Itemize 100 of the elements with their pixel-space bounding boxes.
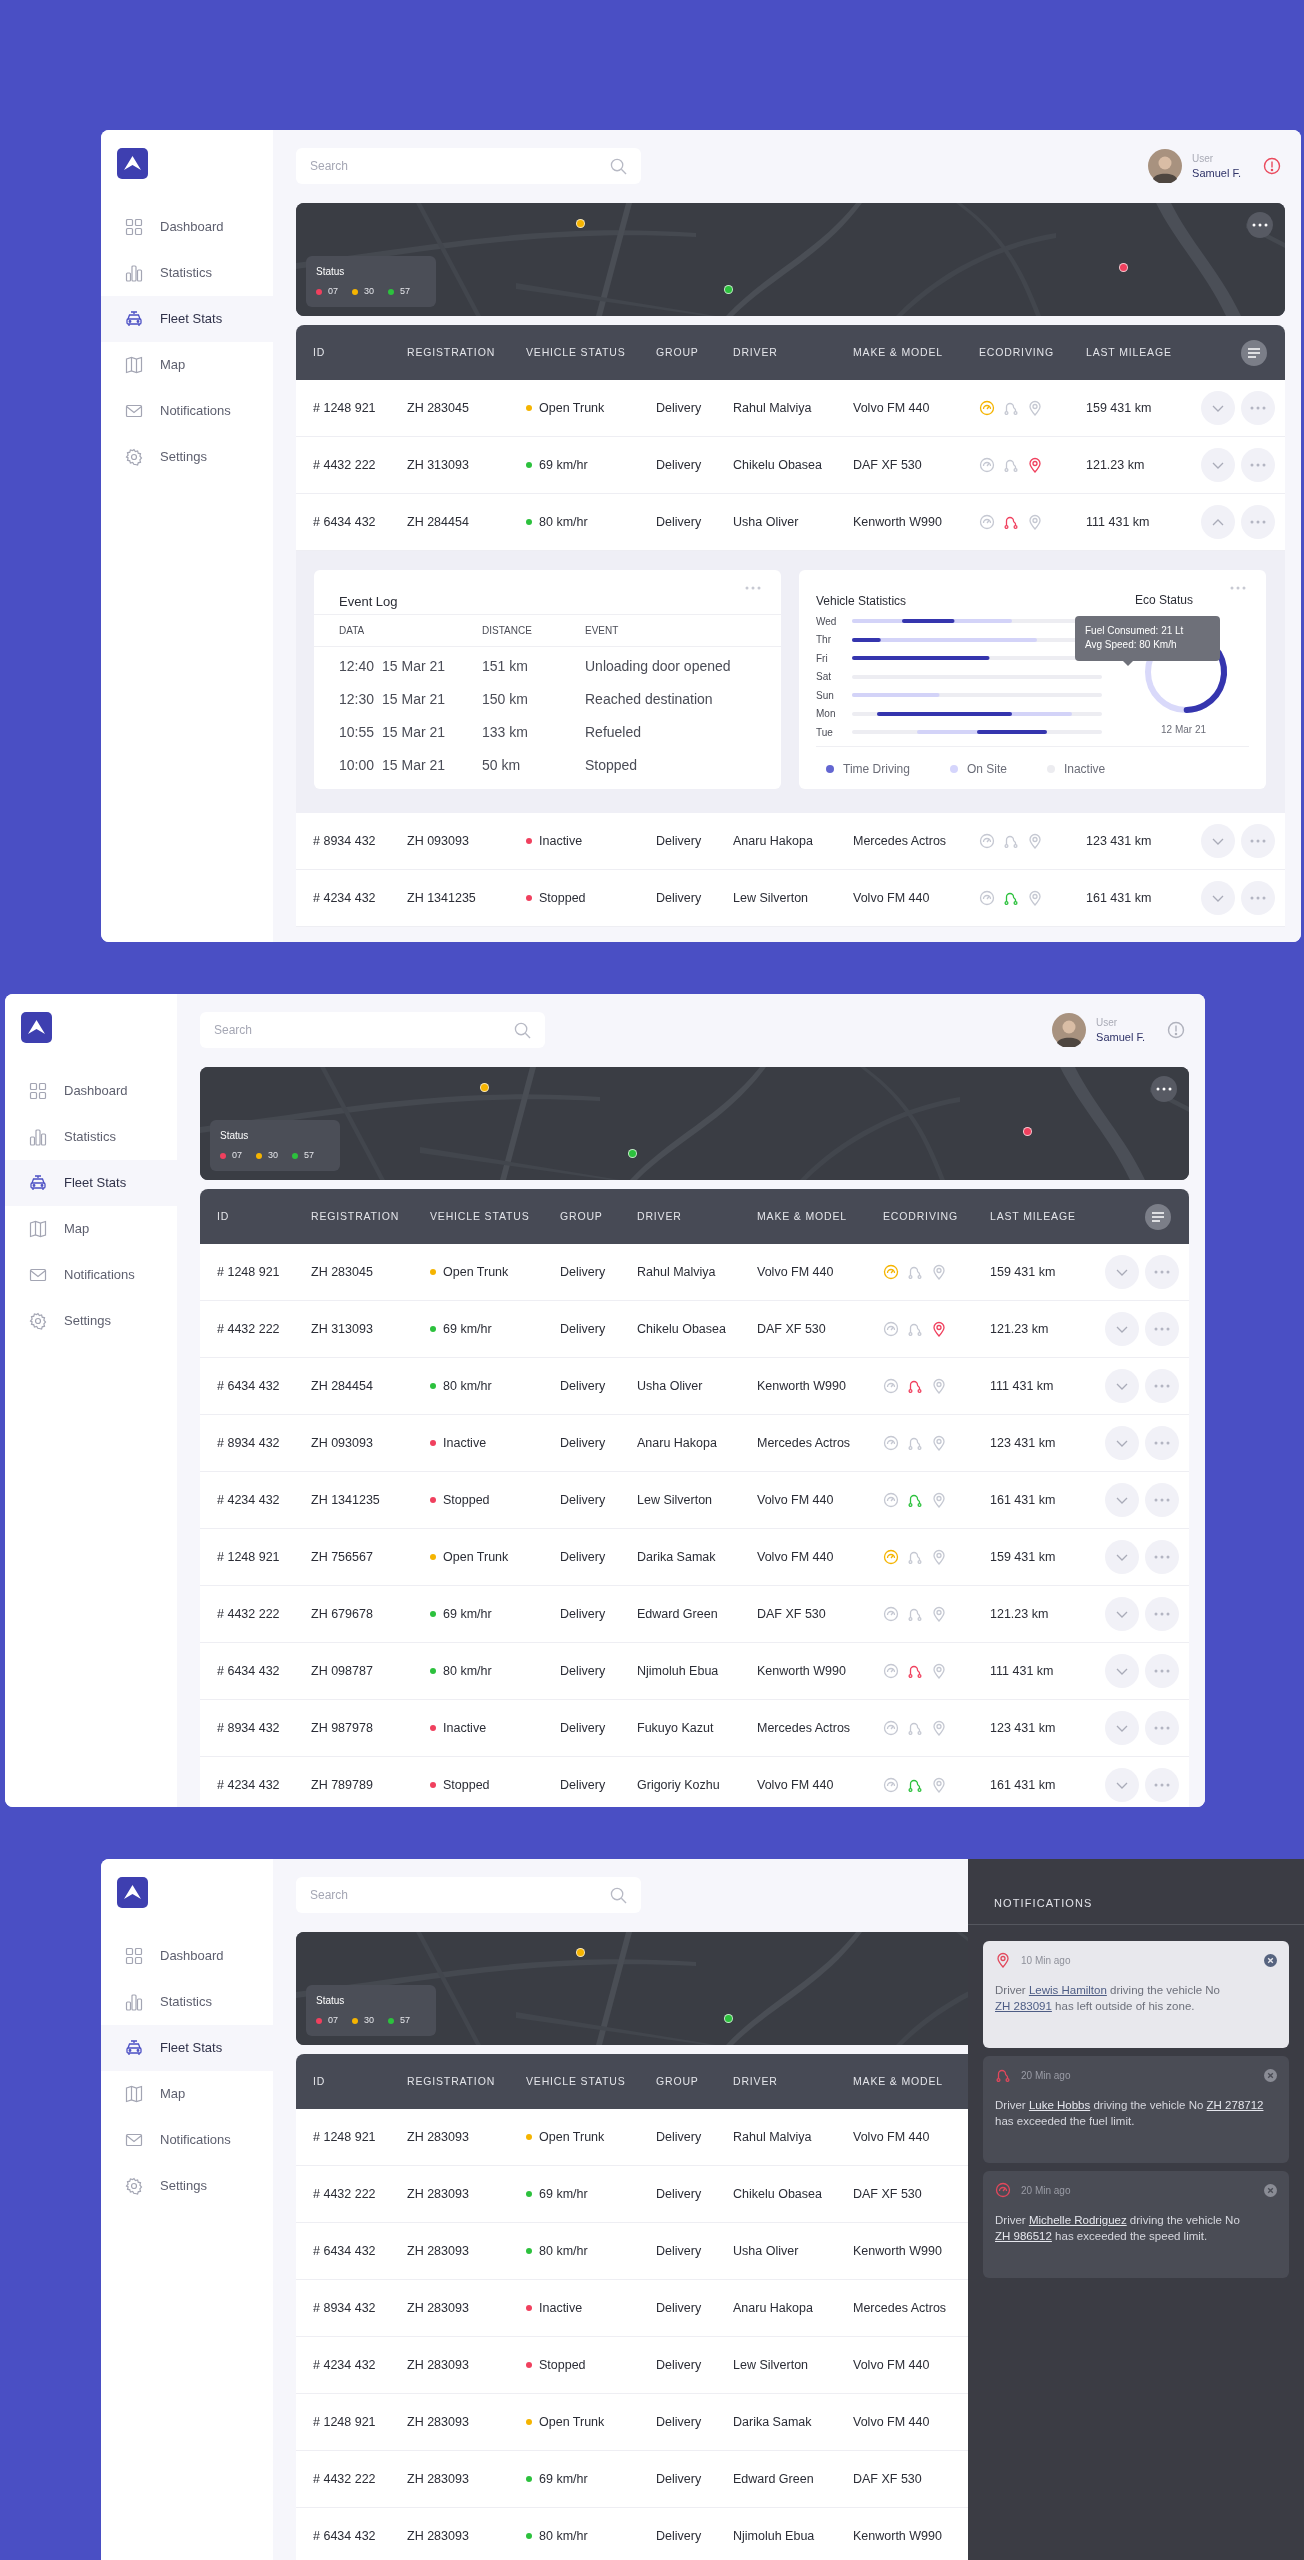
user-label: User [1096,1016,1119,1030]
expand-button[interactable] [1201,824,1235,858]
more-icon[interactable] [1252,223,1268,227]
expand-button[interactable] [1105,1540,1139,1574]
link[interactable]: Lewis Hamilton [1028,1984,1107,1996]
close-icon[interactable] [1264,2183,1277,2197]
expand-button[interactable] [1105,1654,1139,1688]
table-cell-text: DAF XF 530 [853,2470,923,2488]
search-icon[interactable] [610,1887,627,1904]
close-icon[interactable] [1264,1953,1277,1967]
nav-item[interactable]: Settings [101,434,273,480]
column-header: DRIVER [733,344,779,360]
table-cell-text: Volvo FM 440 [853,399,931,417]
nav-item[interactable]: Statistics [101,1979,273,2025]
mail-icon [125,402,143,420]
notification-card[interactable]: 10 Min ago Driver Lewis Hamilton driving the vehicle No ZH 283091 has left outside of his zone. [983,1941,1289,2048]
table-cell-text: # 1248 921 [217,1548,281,1566]
legend-title: Status [316,265,346,279]
notification-text: Driver Michelle Rodriguez driving the vehicle No ZH 986512 has exceeded the speed limit. [995,2213,1241,2244]
filter-button[interactable] [1145,1203,1171,1230]
event-date: 15 Mar 21 [382,723,446,742]
table-cell-text: ZH 283093 [407,2413,470,2431]
nav-item[interactable]: Map [101,2071,273,2117]
expand-button[interactable] [1105,1255,1139,1289]
expand-button[interactable] [1201,448,1235,482]
expand-button[interactable] [1105,1369,1139,1403]
expand-button[interactable] [1105,1312,1139,1346]
map-pin[interactable] [576,1948,585,1957]
nav-item[interactable]: Fleet Stats [5,1160,177,1206]
table-cell-text: # 4432 222 [313,2185,377,2203]
table-cell-text: 80 km/hr [443,1662,492,1680]
expand-button[interactable] [1105,1768,1139,1802]
link[interactable]: Michelle Rodriguez [1028,2214,1127,2226]
day-label: Mon [816,707,837,722]
notification-card[interactable]: 20 Min ago Driver Michelle Rodriguez driving the vehicle No ZH 986512 has exceeded the speed limit. [983,2171,1289,2278]
table-cell-text: 161 431 km [990,1776,1057,1794]
table-cell-text: Volvo FM 440 [853,2413,931,2431]
nav-item[interactable]: Notifications [101,388,273,434]
grid-icon [125,218,143,236]
nav-item[interactable]: Statistics [101,250,273,296]
nav-item[interactable]: Dashboard [5,1068,177,1114]
search-icon[interactable] [610,158,627,175]
link[interactable]: ZH 278712 [1206,2099,1264,2111]
chevron-up-icon [1212,518,1224,526]
map-pin[interactable] [724,2014,733,2023]
expand-button[interactable] [1105,1597,1139,1631]
map-pin[interactable] [480,1083,489,1092]
table-cell-text: 159 431 km [1086,399,1153,417]
map-pin[interactable] [724,285,733,294]
nav-item[interactable]: Dashboard [101,204,273,250]
close-icon[interactable] [1264,2068,1277,2082]
search-field[interactable]: Search [296,1877,641,1913]
nav-item[interactable]: Statistics [5,1114,177,1160]
table-cell-text: Open Trunk [539,2128,605,2146]
table-cell-text: ZH 313093 [311,1320,374,1338]
column-header: ECODRIVING [979,344,1055,360]
expand-button[interactable] [1105,1711,1139,1745]
expand-button[interactable] [1201,391,1235,425]
nav-item[interactable]: Map [101,342,273,388]
search-field[interactable]: Search [296,148,641,184]
table-cell-text: Mercedes Actros [757,1434,852,1452]
nav-item[interactable]: Notifications [101,2117,273,2163]
route-icon [995,2067,1011,2083]
column-header: MAKE & MODEL [757,1208,848,1224]
search-icon[interactable] [514,1022,531,1039]
filter-button[interactable] [1241,339,1267,366]
column-header: REGISTRATION [407,344,497,360]
alert-icon[interactable] [1263,157,1281,175]
table-cell-text: # 6434 432 [313,2242,377,2260]
map-pin[interactable] [1119,263,1128,272]
nav-item[interactable]: Dashboard [101,1933,273,1979]
link[interactable]: Luke Hobbs [1028,2099,1091,2111]
table-cell-text: Delivery [560,1263,607,1281]
link[interactable]: ZH 283091 [995,2000,1052,2012]
map-pin[interactable] [576,219,585,228]
search-field[interactable]: Search [200,1012,545,1048]
map-pin[interactable] [1023,1127,1032,1136]
column-header: GROUP [560,1208,604,1224]
notification-card[interactable]: 20 Min ago Driver Luke Hobbs driving the vehicle No ZH 278712 has exceeded the fuel limit. [983,2056,1289,2163]
event-description: Reached destination [585,690,713,709]
map-pin[interactable] [628,1149,637,1158]
expand-button[interactable] [1201,881,1235,915]
nav-item[interactable]: Map [5,1206,177,1252]
table-cell-text: Chikelu Obasea [637,1320,727,1338]
nav-item[interactable]: Fleet Stats [101,296,273,342]
gauge-date: 12 Mar 21 [1161,723,1207,737]
table-cell-text: Anaru Hakopa [637,1434,718,1452]
nav-item[interactable]: Settings [101,2163,273,2209]
event-date: 15 Mar 21 [382,756,446,775]
chevron-down-icon [1116,1439,1128,1447]
nav-item[interactable]: Settings [5,1298,177,1344]
table-cell-text: ZH 284454 [311,1377,374,1395]
link[interactable]: ZH 986512 [995,2230,1052,2242]
nav-item[interactable]: Notifications [5,1252,177,1298]
expand-button[interactable] [1105,1426,1139,1460]
more-icon[interactable] [1156,1087,1172,1091]
expand-button[interactable] [1201,505,1235,539]
nav-item[interactable]: Fleet Stats [101,2025,273,2071]
expand-button[interactable] [1105,1483,1139,1517]
alert-icon[interactable] [1167,1021,1185,1039]
